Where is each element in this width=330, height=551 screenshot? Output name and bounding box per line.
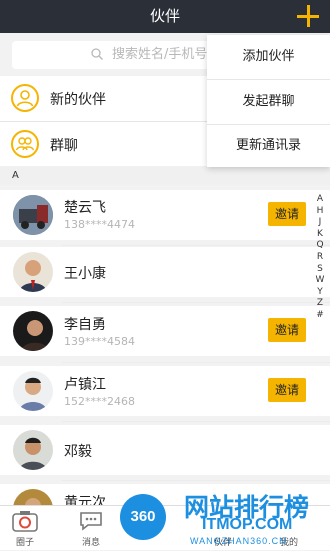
contact-name: 楚云飞 [64, 200, 106, 216]
menu-update-contacts[interactable]: 更新通讯录 [207, 124, 330, 168]
new-partners-label: 新的伙伴 [50, 92, 106, 108]
index-letter[interactable]: S [313, 264, 327, 276]
tab-label: 圈子 [15, 538, 34, 548]
avatar [13, 252, 53, 292]
invite-button[interactable]: 邀请 [268, 202, 306, 226]
watermark-domain: ITMOP.COM [202, 516, 293, 533]
divider [62, 421, 330, 422]
contact-name: 王小康 [64, 266, 106, 282]
section-letter: A [12, 170, 19, 181]
camera-icon [12, 511, 38, 532]
group-chat-label: 群聊 [50, 138, 78, 154]
watermark-badge: 360 [120, 494, 166, 540]
contact-phone: 138****4474 [64, 218, 135, 231]
index-letter[interactable]: Z [313, 298, 327, 310]
index-letter[interactable]: R [313, 252, 327, 264]
index-letter[interactable]: Q [313, 240, 327, 252]
divider [62, 245, 330, 246]
contact-phone: 139****4584 [64, 335, 135, 348]
avatar [13, 311, 53, 351]
avatar [13, 430, 53, 470]
add-menu: 添加伙伴 发起群聊 更新通讯录 [207, 35, 330, 167]
divider [62, 362, 330, 363]
top-bar: 伙伴 [0, 0, 330, 33]
menu-add-partner[interactable]: 添加伙伴 [207, 35, 330, 79]
index-letter[interactable]: H [313, 206, 327, 218]
avatar [13, 371, 53, 411]
watermark: 360 网站排行榜 ITMOP.COM WANGZHAN360.CN [120, 488, 330, 550]
person-icon [11, 84, 39, 112]
contact-name: 邓毅 [64, 444, 92, 460]
add-plus-icon[interactable] [297, 5, 319, 27]
contact-row[interactable]: 楚云飞 138****4474 邀请 [0, 190, 330, 240]
contact-phone: 152****2468 [64, 395, 135, 408]
contact-row[interactable]: 李自勇 139****4584 邀请 [0, 306, 330, 356]
contact-name: 黄元次 [64, 495, 106, 505]
menu-start-group-chat[interactable]: 发起群聊 [207, 80, 330, 124]
group-icon [11, 130, 39, 158]
index-letter[interactable]: J [313, 217, 327, 229]
page-title: 伙伴 [149, 7, 180, 25]
tab-messages[interactable]: 消息 [66, 506, 116, 551]
contact-row[interactable]: 卢镇江 152****2468 邀请 [0, 366, 330, 416]
search-icon [91, 48, 103, 60]
alphabet-index[interactable]: A H J K Q R S W Y Z # [313, 194, 327, 322]
contact-name: 李自勇 [64, 317, 106, 333]
contact-name: 卢镇江 [64, 377, 106, 393]
invite-button[interactable]: 邀请 [268, 378, 306, 402]
tab-circle[interactable]: 圈子 [0, 506, 50, 551]
search-placeholder: 搜索姓名/手机号 [112, 47, 208, 62]
index-letter[interactable]: K [313, 229, 327, 241]
watermark-url: WANGZHAN360.CN [190, 536, 287, 546]
avatar [13, 195, 53, 235]
invite-button[interactable]: 邀请 [268, 318, 306, 342]
index-letter[interactable]: A [313, 194, 327, 206]
contact-row[interactable]: 王小康 [0, 247, 330, 297]
avatar [13, 489, 53, 505]
index-letter[interactable]: W [313, 275, 327, 287]
index-letter[interactable]: # [313, 310, 327, 322]
contact-row[interactable]: 邓毅 [0, 425, 330, 475]
divider [62, 302, 330, 303]
index-letter[interactable]: Y [313, 287, 327, 299]
tab-label: 消息 [81, 538, 100, 548]
divider [62, 480, 330, 481]
section-header: A [0, 166, 330, 185]
chat-icon [80, 512, 102, 531]
